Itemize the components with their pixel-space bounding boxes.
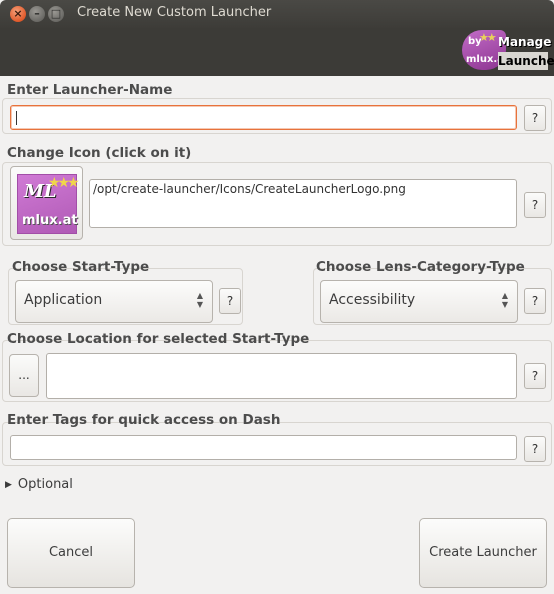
tags-input[interactable] (10, 435, 517, 460)
change-icon-label: Change Icon (click on it) (7, 145, 192, 161)
icon-path-field[interactable]: /opt/create-launcher/Icons/CreateLaunche… (89, 179, 517, 228)
updown-arrows-icon: ▲ ▼ (501, 291, 509, 309)
location-label: Choose Location for selected Start-Type (7, 331, 310, 347)
launcher-name-label: Enter Launcher-Name (7, 82, 173, 98)
start-type-select[interactable]: Application ▲ ▼ (15, 280, 213, 323)
start-type-value: Application (24, 292, 103, 308)
close-window-button[interactable]: × (10, 6, 26, 22)
lens-category-help-button[interactable]: ? (524, 288, 546, 314)
expand-arrow-icon: ▶ (5, 480, 12, 490)
close-icon: × (13, 7, 23, 20)
manage-label: Manage (498, 35, 552, 49)
updown-arrows-icon: ▲ ▼ (196, 291, 204, 309)
optional-expander[interactable]: ▶ Optional (5, 477, 73, 492)
text-caret (16, 111, 17, 125)
launcher-logo-icon: ML ★★★ mlux.at (17, 174, 80, 234)
location-help-button[interactable]: ? (524, 363, 546, 389)
minimize-icon: – (34, 7, 40, 20)
icon-help-button[interactable]: ? (524, 192, 546, 218)
manage-launcher-button[interactable]: by ★★ mlux.at Manage Launcher (462, 30, 554, 72)
lens-category-value: Accessibility (329, 292, 416, 308)
location-field[interactable] (46, 353, 517, 399)
tags-label: Enter Tags for quick access on Dash (7, 412, 281, 428)
browse-location-button[interactable]: ... (9, 354, 39, 397)
change-icon-button[interactable]: ML ★★★ mlux.at (10, 166, 83, 240)
main-content: Enter Launcher-Name ? Change Icon (click… (0, 76, 554, 594)
launcher-name-help-button[interactable]: ? (524, 105, 546, 131)
header-bar: by ★★ mlux.at Manage Launcher (0, 28, 554, 76)
optional-label: Optional (17, 477, 73, 492)
launcher-label: Launcher (498, 52, 554, 70)
icon-path-value: /opt/create-launcher/Icons/CreateLaunche… (93, 182, 406, 196)
lens-category-select[interactable]: Accessibility ▲ ▼ (320, 280, 518, 323)
window-title: Create New Custom Launcher (77, 5, 272, 20)
maximize-icon: □ (50, 7, 62, 20)
maximize-window-button[interactable]: □ (48, 6, 64, 22)
launcher-name-input[interactable] (10, 105, 517, 130)
tags-help-button[interactable]: ? (524, 436, 546, 462)
start-type-label: Choose Start-Type (12, 259, 150, 275)
create-launcher-button[interactable]: Create Launcher (419, 518, 547, 588)
cancel-button[interactable]: Cancel (7, 518, 135, 588)
minimize-window-button[interactable]: – (29, 6, 45, 22)
start-type-help-button[interactable]: ? (219, 288, 241, 314)
lens-category-label: Choose Lens-Category-Type (316, 259, 525, 275)
title-bar: × – □ Create New Custom Launcher (0, 0, 554, 28)
